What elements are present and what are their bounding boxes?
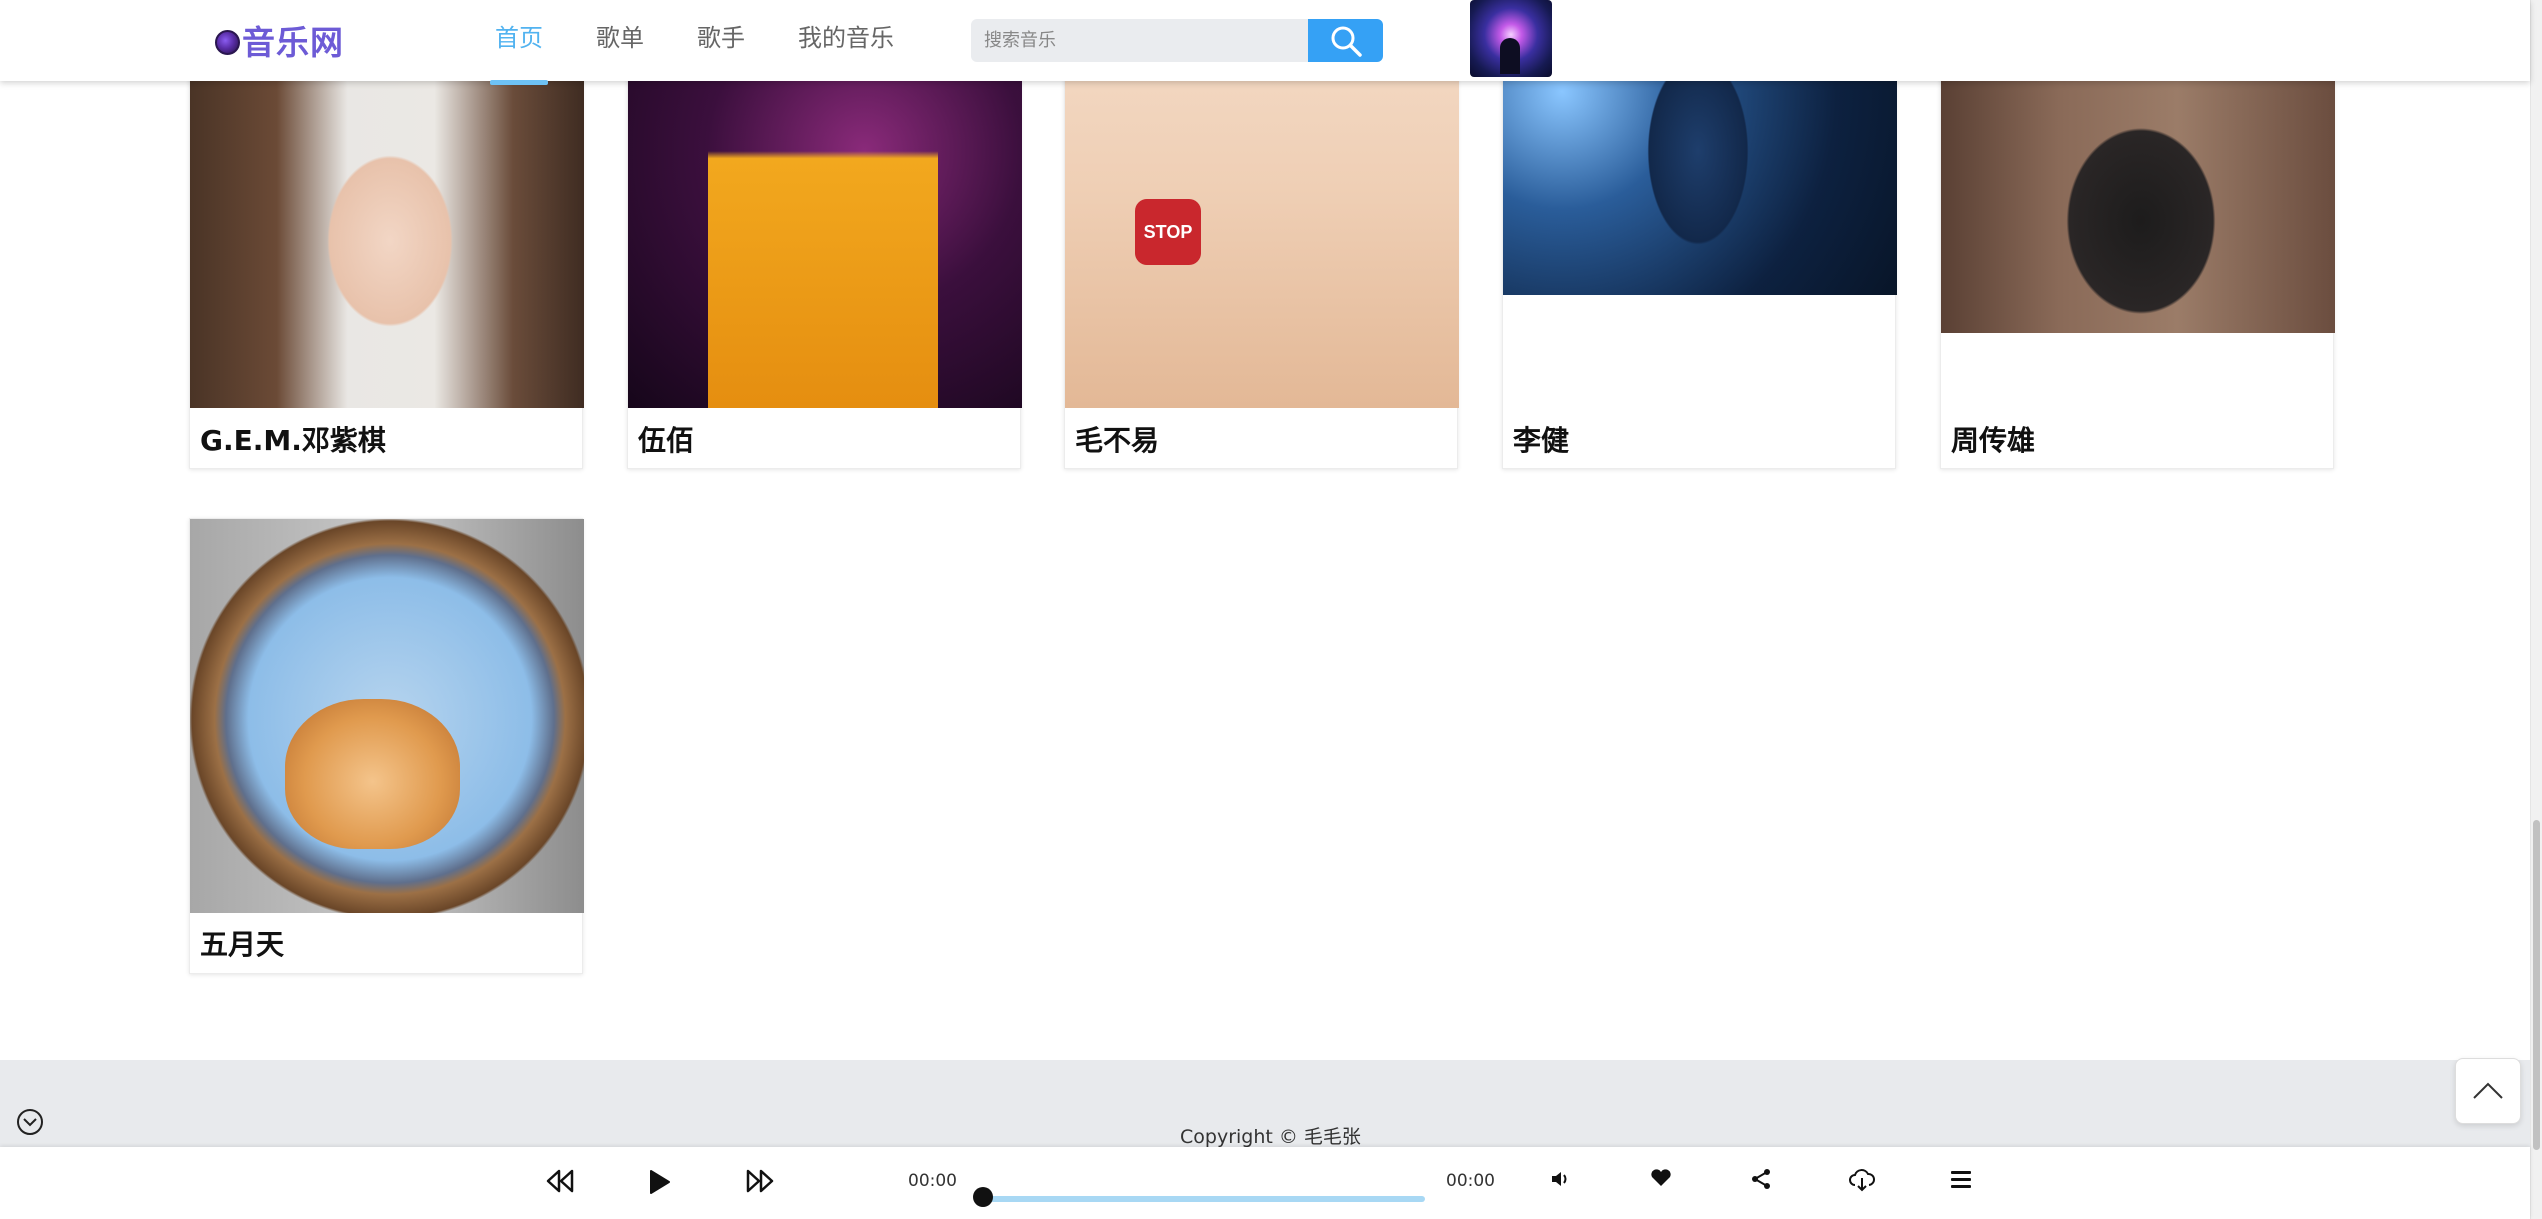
volume-button[interactable] [1550,1168,1572,1190]
top-navbar: 音乐网 首页 歌单 歌手 我的音乐 搜索音乐 [0,0,2530,85]
nav-item-singers[interactable]: 歌手 [697,20,745,60]
share-button[interactable] [1750,1168,1772,1190]
singer-card[interactable]: 伍佰 [627,40,1022,469]
singer-name: 周传雄 [1951,424,2036,457]
nav-item-label: 我的音乐 [798,24,894,52]
download-button[interactable] [1848,1168,1876,1192]
singer-photo [1941,41,2335,333]
user-avatar[interactable] [1470,0,1552,77]
play-icon [650,1170,670,1194]
next-button[interactable] [745,1168,775,1194]
nav-item-home[interactable]: 首页 [490,20,548,85]
logo-text: 音乐网 [242,23,344,62]
copyright-text: Copyright © 毛毛张 [1180,1126,1361,1148]
nav-active-indicator [490,80,548,85]
singer-name: 李健 [1513,424,1570,457]
back-to-top-button[interactable] [2455,1058,2521,1124]
progress-bar[interactable] [985,1196,1425,1202]
singer-name: 五月天 [200,928,285,961]
progress-handle[interactable] [973,1187,993,1207]
singer-card[interactable]: 周传雄 [1940,40,2335,469]
current-time: 00:00 [908,1171,957,1191]
collapse-player-button[interactable] [17,1109,43,1135]
menu-icon [1951,1171,1971,1188]
logo-icon [215,29,240,55]
singer-name: G.E.M.邓紫棋 [200,424,386,457]
main-nav: 首页 歌单 歌手 我的音乐 [490,20,947,85]
singer-name: 毛不易 [1075,424,1160,457]
cloud-download-icon [1849,1169,1875,1192]
nav-item-label: 歌手 [697,24,745,52]
dog-figure [285,699,460,849]
nav-item-label: 歌单 [596,24,644,52]
singer-name: 伍佰 [638,424,695,457]
singer-card[interactable]: G.E.M.邓紫棋 [189,40,584,469]
previous-button[interactable] [545,1168,575,1194]
chevron-up-icon [2473,1082,2503,1099]
singer-photo [628,41,1022,408]
nav-item-label: 首页 [495,24,543,52]
nav-item-my-music[interactable]: 我的音乐 [798,20,894,60]
singer-photo: STOP [1065,41,1459,408]
singer-card[interactable]: 李健 [1502,40,1897,469]
search-icon [1331,26,1362,57]
stop-sign: STOP [1135,199,1201,265]
chevron-down-icon [23,1118,37,1127]
play-button[interactable] [648,1168,672,1196]
singer-photo [190,41,584,408]
search-placeholder: 搜索音乐 [984,30,1056,51]
scrollbar-thumb[interactable] [2533,820,2540,1150]
volume-icon [1552,1172,1567,1186]
total-time: 00:00 [1446,1171,1495,1191]
heart-icon [1651,1169,1671,1186]
like-button[interactable] [1650,1168,1672,1188]
share-icon [1752,1169,1770,1189]
nav-item-playlists[interactable]: 歌单 [596,20,644,60]
search-input[interactable]: 搜索音乐 [971,19,1308,62]
search-button[interactable] [1308,19,1383,62]
fast-forward-icon [746,1169,774,1193]
singer-photo [190,519,584,913]
singer-card[interactable]: 五月天 [189,518,584,974]
music-player-bar: 00:00 00:00 [0,1147,2530,1219]
site-logo[interactable]: 音乐网 [215,16,344,64]
singer-card[interactable]: STOP 毛不易 [1064,40,1459,469]
playlist-menu-button[interactable] [1950,1168,1972,1190]
rewind-icon [546,1169,574,1193]
